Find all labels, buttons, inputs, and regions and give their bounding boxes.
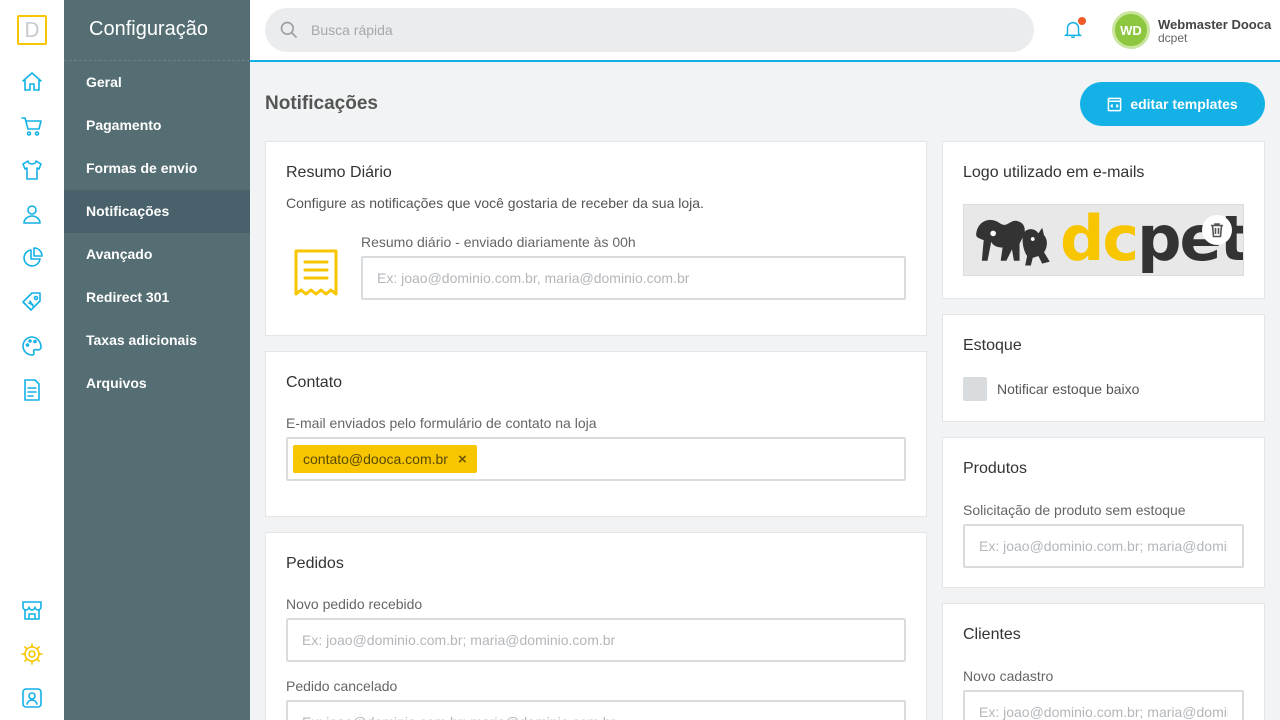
clientes-email-input[interactable] (979, 704, 1228, 720)
code-window-icon (1107, 97, 1122, 111)
sidebar-item-taxas-adicionais[interactable]: Taxas adicionais (64, 319, 250, 362)
clientes-field-label: Novo cadastro (963, 668, 1054, 684)
logo-title: Logo utilizado em e-mails (963, 164, 1145, 181)
estoque-baixo-checkbox[interactable] (963, 377, 987, 401)
sidebar-title: Configuração (64, 0, 250, 61)
logo-card: Logo utilizado em e-mails dcpet (942, 141, 1265, 299)
produtos-field-label: Solicitação de produto sem estoque (963, 502, 1186, 518)
sidebar-item-geral[interactable]: Geral (64, 61, 250, 104)
estoque-baixo-label[interactable]: Notificar estoque baixo (997, 381, 1139, 397)
notifications-bell[interactable] (1062, 17, 1086, 42)
search-input[interactable] (311, 22, 911, 38)
sidebar-item-formas-de-envio[interactable]: Formas de envio (64, 147, 250, 190)
resumo-description: Configure as notificações que você gosta… (286, 195, 704, 211)
resumo-diario-card: Resumo Diário Configure as notificações … (265, 141, 927, 336)
clientes-title: Clientes (963, 626, 1021, 643)
email-tag: contato@dooca.com.br × (293, 445, 477, 473)
novo-pedido-label: Novo pedido recebido (286, 596, 423, 612)
pages-icon[interactable] (20, 378, 44, 402)
account-icon[interactable] (20, 686, 44, 710)
contato-card: Contato E-mail enviados pelo formulário … (265, 351, 927, 517)
search-bar (265, 8, 1034, 52)
pedidos-card: Pedidos Novo pedido recebido Pedido canc… (265, 532, 927, 720)
sidebar-item-pagamento[interactable]: Pagamento (64, 104, 250, 147)
estoque-title: Estoque (963, 337, 1022, 354)
email-logo-image: dcpet (963, 204, 1244, 276)
avatar[interactable]: WD (1112, 11, 1150, 49)
search-icon (280, 21, 298, 39)
user-name[interactable]: Webmaster Dooca (1158, 17, 1271, 32)
store-name: dcpet (1158, 31, 1188, 45)
resumo-email-input[interactable] (377, 270, 890, 286)
produtos-card: Produtos Solicitação de produto sem esto… (942, 437, 1265, 588)
remove-tag-button[interactable]: × (458, 451, 467, 468)
contato-title: Contato (286, 374, 343, 391)
clientes-card: Clientes Novo cadastro (942, 603, 1265, 720)
receipt-icon (292, 248, 340, 300)
remove-logo-button[interactable] (1202, 215, 1232, 245)
shirt-icon[interactable] (20, 158, 44, 182)
home-icon[interactable] (20, 70, 44, 94)
pedidos-title: Pedidos (286, 555, 344, 572)
gear-icon[interactable] (20, 642, 44, 666)
customers-icon[interactable] (20, 202, 44, 226)
sidebar-item-avancado[interactable]: Avançado (64, 233, 250, 276)
resumo-field-label: Resumo diário - enviado diariamente às 0… (361, 234, 636, 250)
pedido-cancelado-label: Pedido cancelado (286, 678, 398, 694)
edit-templates-label: editar templates (1130, 96, 1238, 112)
palette-icon[interactable] (20, 334, 44, 358)
notification-dot (1078, 17, 1086, 25)
resumo-title: Resumo Diário (286, 164, 392, 181)
sidebar-item-redirect-301[interactable]: Redirect 301 (64, 276, 250, 319)
reports-icon[interactable] (20, 246, 44, 270)
estoque-card: Estoque Notificar estoque baixo (942, 314, 1265, 422)
contato-tag-field[interactable]: contato@dooca.com.br × (286, 437, 906, 481)
cart-icon[interactable] (20, 114, 44, 138)
produtos-title: Produtos (963, 460, 1028, 477)
sidebar-item-notificacoes[interactable]: Notificações (64, 190, 250, 233)
store-icon[interactable] (20, 598, 44, 622)
resumo-field (361, 256, 906, 300)
email-tag-text: contato@dooca.com.br (303, 451, 448, 467)
trash-icon (1211, 223, 1223, 238)
icon-rail: D (0, 0, 64, 720)
contato-field-label: E-mail enviados pelo formulário de conta… (286, 415, 597, 431)
pet-logo-icon (976, 219, 1050, 266)
settings-sidebar: Configuração Geral Pagamento Formas de e… (64, 0, 250, 720)
produtos-field (963, 524, 1244, 568)
tag-icon[interactable] (20, 290, 44, 314)
edit-templates-button[interactable]: editar templates (1080, 82, 1265, 126)
clientes-field (963, 690, 1244, 720)
sidebar-item-arquivos[interactable]: Arquivos (64, 362, 250, 405)
page-title: Notificações (265, 93, 378, 114)
novo-pedido-input[interactable] (302, 632, 890, 648)
produtos-email-input[interactable] (979, 538, 1228, 554)
pedido-cancelado-input[interactable] (302, 714, 890, 720)
novo-pedido-field (286, 618, 906, 662)
pedido-cancelado-field (286, 700, 906, 720)
app-logo[interactable]: D (17, 15, 47, 45)
topbar: WD Webmaster Dooca dcpet (250, 0, 1280, 62)
